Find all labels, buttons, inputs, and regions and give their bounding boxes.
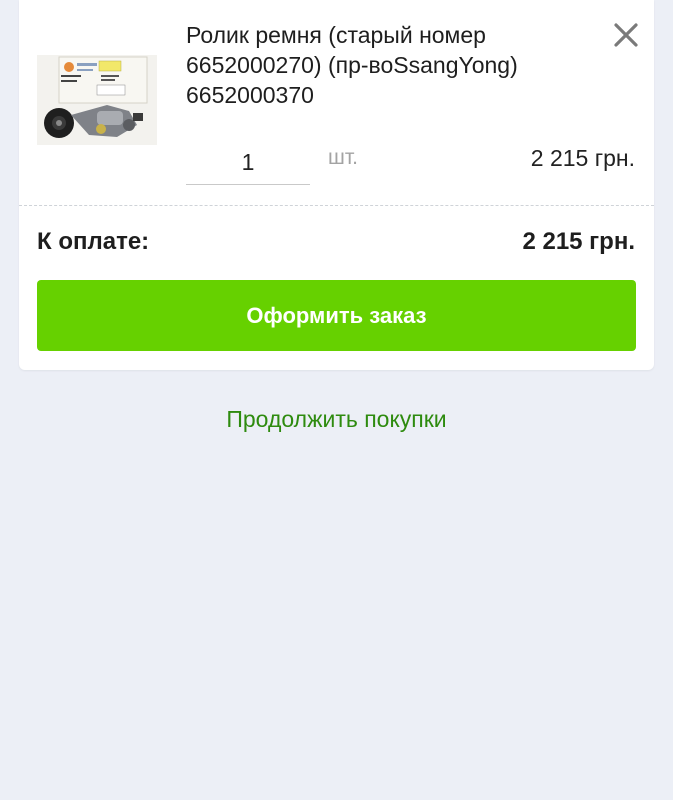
checkout-button[interactable]: Оформить заказ xyxy=(37,280,636,351)
item-price: 2 215 грн. xyxy=(530,145,635,171)
close-icon xyxy=(614,23,638,47)
product-title-line3: 6652000370 xyxy=(186,82,314,108)
product-image[interactable] xyxy=(37,55,157,145)
remove-item-button[interactable] xyxy=(611,20,641,50)
total-label: К оплате: xyxy=(37,228,150,255)
product-title-line2: 6652000270) (пр-воSsangYong) xyxy=(186,52,518,78)
belt-tensioner-photo-icon xyxy=(37,55,157,145)
total-value: 2 215 грн. xyxy=(522,228,635,255)
cart-card: Ролик ремня (старый номер 6652000270) (п… xyxy=(19,0,654,370)
cart-item: Ролик ремня (старый номер 6652000270) (п… xyxy=(19,0,654,205)
continue-shopping-link[interactable]: Продолжить покупки xyxy=(0,406,673,433)
product-title-line1: Ролик ремня (старый номер xyxy=(186,22,486,48)
quantity-input[interactable] xyxy=(186,140,310,185)
cart-page: Ролик ремня (старый номер 6652000270) (п… xyxy=(0,0,673,800)
product-title[interactable]: Ролик ремня (старый номер 6652000270) (п… xyxy=(186,20,606,110)
quantity-unit: шт. xyxy=(328,146,358,169)
dashed-divider xyxy=(19,205,654,206)
